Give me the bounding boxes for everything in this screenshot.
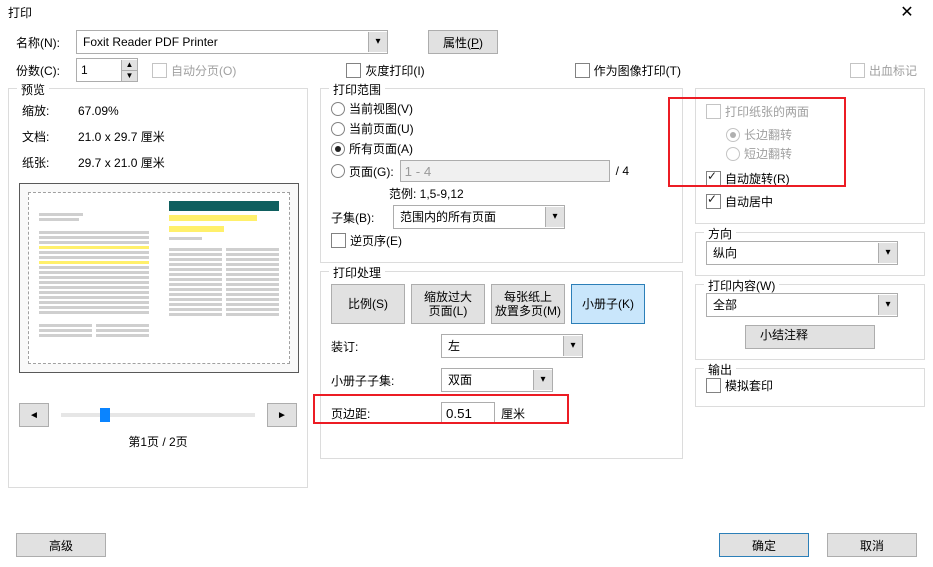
copies-input[interactable] <box>77 60 121 80</box>
copies-label: 份数(C): <box>16 62 72 79</box>
print-as-image-label: 作为图像打印(T) <box>594 62 681 79</box>
print-content-dropdown[interactable]: 全部 ▾ <box>706 293 898 317</box>
doc-size-value: 21.0 x 29.7 厘米 <box>77 125 166 149</box>
chevron-down-icon: ▾ <box>533 370 552 390</box>
properties-button[interactable]: 属性(P) <box>428 30 498 54</box>
preview-slider[interactable] <box>61 413 255 417</box>
auto-center-checkbox[interactable]: 自动居中 <box>706 193 773 210</box>
ok-button[interactable]: 确定 <box>719 533 809 557</box>
range-pages-input[interactable] <box>400 160 610 182</box>
print-content-legend: 打印内容(W) <box>704 277 779 294</box>
subset-dropdown[interactable]: 范围内的所有页面 ▾ <box>393 205 565 229</box>
printer-dropdown[interactable]: Foxit Reader PDF Printer ▾ <box>76 30 388 54</box>
chevron-down-icon: ▾ <box>545 207 564 227</box>
simulate-overprint-checkbox[interactable]: 模拟套印 <box>706 377 773 394</box>
paper-size-label: 纸张: <box>21 151 75 175</box>
binding-dropdown[interactable]: 左 ▾ <box>441 334 583 358</box>
preview-page-left <box>29 193 159 363</box>
margin-unit: 厘米 <box>501 405 525 422</box>
grayscale-checkbox[interactable]: 灰度打印(I) <box>346 62 424 79</box>
print-handling-legend: 打印处理 <box>329 264 385 281</box>
margin-label: 页边距: <box>331 405 441 422</box>
preview-thumbnail <box>19 183 299 373</box>
preview-page-right <box>159 193 289 363</box>
auto-rotate-checkbox[interactable]: 自动旋转(R) <box>706 170 790 187</box>
handling-tab-scale[interactable]: 比例(S) <box>331 284 405 324</box>
reverse-order-checkbox[interactable]: 逆页序(E) <box>331 232 402 249</box>
bleed-marks-label: 出血标记 <box>869 62 917 79</box>
chevron-down-icon: ▾ <box>878 243 897 263</box>
summarize-comments-button[interactable]: 小结注释 <box>745 325 875 349</box>
booklet-subset-label: 小册子子集: <box>331 372 441 389</box>
preview-prev-button[interactable]: ◄ <box>19 403 49 427</box>
chevron-down-icon: ▾ <box>368 32 387 52</box>
chevron-down-icon: ▾ <box>563 336 582 356</box>
paper-size-value: 29.7 x 21.0 厘米 <box>77 151 166 175</box>
booklet-subset-dropdown[interactable]: 双面 ▾ <box>441 368 553 392</box>
long-edge-radio: 长边翻转 <box>726 126 792 143</box>
range-pages-total: / 4 <box>616 164 629 178</box>
preview-legend: 预览 <box>17 81 49 98</box>
preview-page-indicator: 第1页 / 2页 <box>19 433 297 450</box>
zoom-value: 67.09% <box>77 99 166 123</box>
duplex-group: 打印纸张的两面 长边翻转 短边翻转 自动旋转(R) 自动居中 <box>695 88 925 224</box>
print-as-image-checkbox[interactable]: 作为图像打印(T) <box>575 62 681 79</box>
handling-tab-multi[interactable]: 每张纸上 放置多页(M) <box>491 284 565 324</box>
cancel-button[interactable]: 取消 <box>827 533 917 557</box>
range-current-view-radio[interactable]: 当前视图(V) <box>331 100 413 117</box>
printer-name-label: 名称(N): <box>16 34 72 51</box>
grayscale-label: 灰度打印(I) <box>365 62 424 79</box>
chevron-down-icon: ▾ <box>878 295 897 315</box>
preview-group: 预览 缩放: 67.09% 文档: 21.0 x 29.7 厘米 纸张: 29.… <box>8 88 308 488</box>
subset-label: 子集(B): <box>331 209 389 226</box>
margin-input[interactable] <box>441 402 495 424</box>
print-range-group: 打印范围 当前视图(V) 当前页面(U) 所有页面(A) 页面(G): / 4 … <box>320 88 683 263</box>
range-current-page-radio[interactable]: 当前页面(U) <box>331 120 414 137</box>
output-group: 输出 模拟套印 <box>695 368 925 407</box>
advanced-button[interactable]: 高级 <box>16 533 106 557</box>
handling-tab-booklet[interactable]: 小册子(K) <box>571 284 645 324</box>
orientation-dropdown[interactable]: 纵向 ▾ <box>706 241 898 265</box>
short-edge-radio: 短边翻转 <box>726 145 792 162</box>
print-handling-group: 打印处理 比例(S) 缩放过大 页面(L) 每张纸上 放置多页(M) 小册子(K… <box>320 271 683 459</box>
printer-dropdown-text: Foxit Reader PDF Printer <box>77 32 224 52</box>
output-legend: 输出 <box>704 361 736 378</box>
range-all-pages-radio[interactable]: 所有页面(A) <box>331 140 413 157</box>
properties-button-label: 属性(P) <box>443 34 483 51</box>
range-example-label: 范例: 1,5-9,12 <box>389 185 464 202</box>
copies-up-icon[interactable]: ▲ <box>121 60 137 71</box>
print-content-group: 打印内容(W) 全部 ▾ 小结注释 <box>695 284 925 360</box>
copies-spinner[interactable]: ▲ ▼ <box>76 58 138 82</box>
binding-label: 装订: <box>331 338 441 355</box>
preview-next-button[interactable]: ► <box>267 403 297 427</box>
preview-slider-thumb[interactable] <box>100 408 110 422</box>
duplex-checkbox: 打印纸张的两面 <box>706 103 809 120</box>
orientation-legend: 方向 <box>704 225 736 242</box>
preview-info-table: 缩放: 67.09% 文档: 21.0 x 29.7 厘米 纸张: 29.7 x… <box>19 97 168 177</box>
copies-down-icon[interactable]: ▼ <box>121 71 137 81</box>
orientation-group: 方向 纵向 ▾ <box>695 232 925 276</box>
title-bar: 打印 ✕ <box>0 0 933 26</box>
print-range-legend: 打印范围 <box>329 81 385 98</box>
range-pages-radio[interactable]: 页面(G): <box>331 163 394 180</box>
close-icon[interactable]: ✕ <box>887 0 927 26</box>
window-title: 打印 <box>8 0 32 26</box>
doc-size-label: 文档: <box>21 125 75 149</box>
handling-tab-fit[interactable]: 缩放过大 页面(L) <box>411 284 485 324</box>
zoom-label: 缩放: <box>21 99 75 123</box>
collate-checkbox: 自动分页(O) <box>152 62 236 79</box>
bleed-marks-checkbox: 出血标记 <box>850 62 917 79</box>
collate-label: 自动分页(O) <box>171 62 236 79</box>
